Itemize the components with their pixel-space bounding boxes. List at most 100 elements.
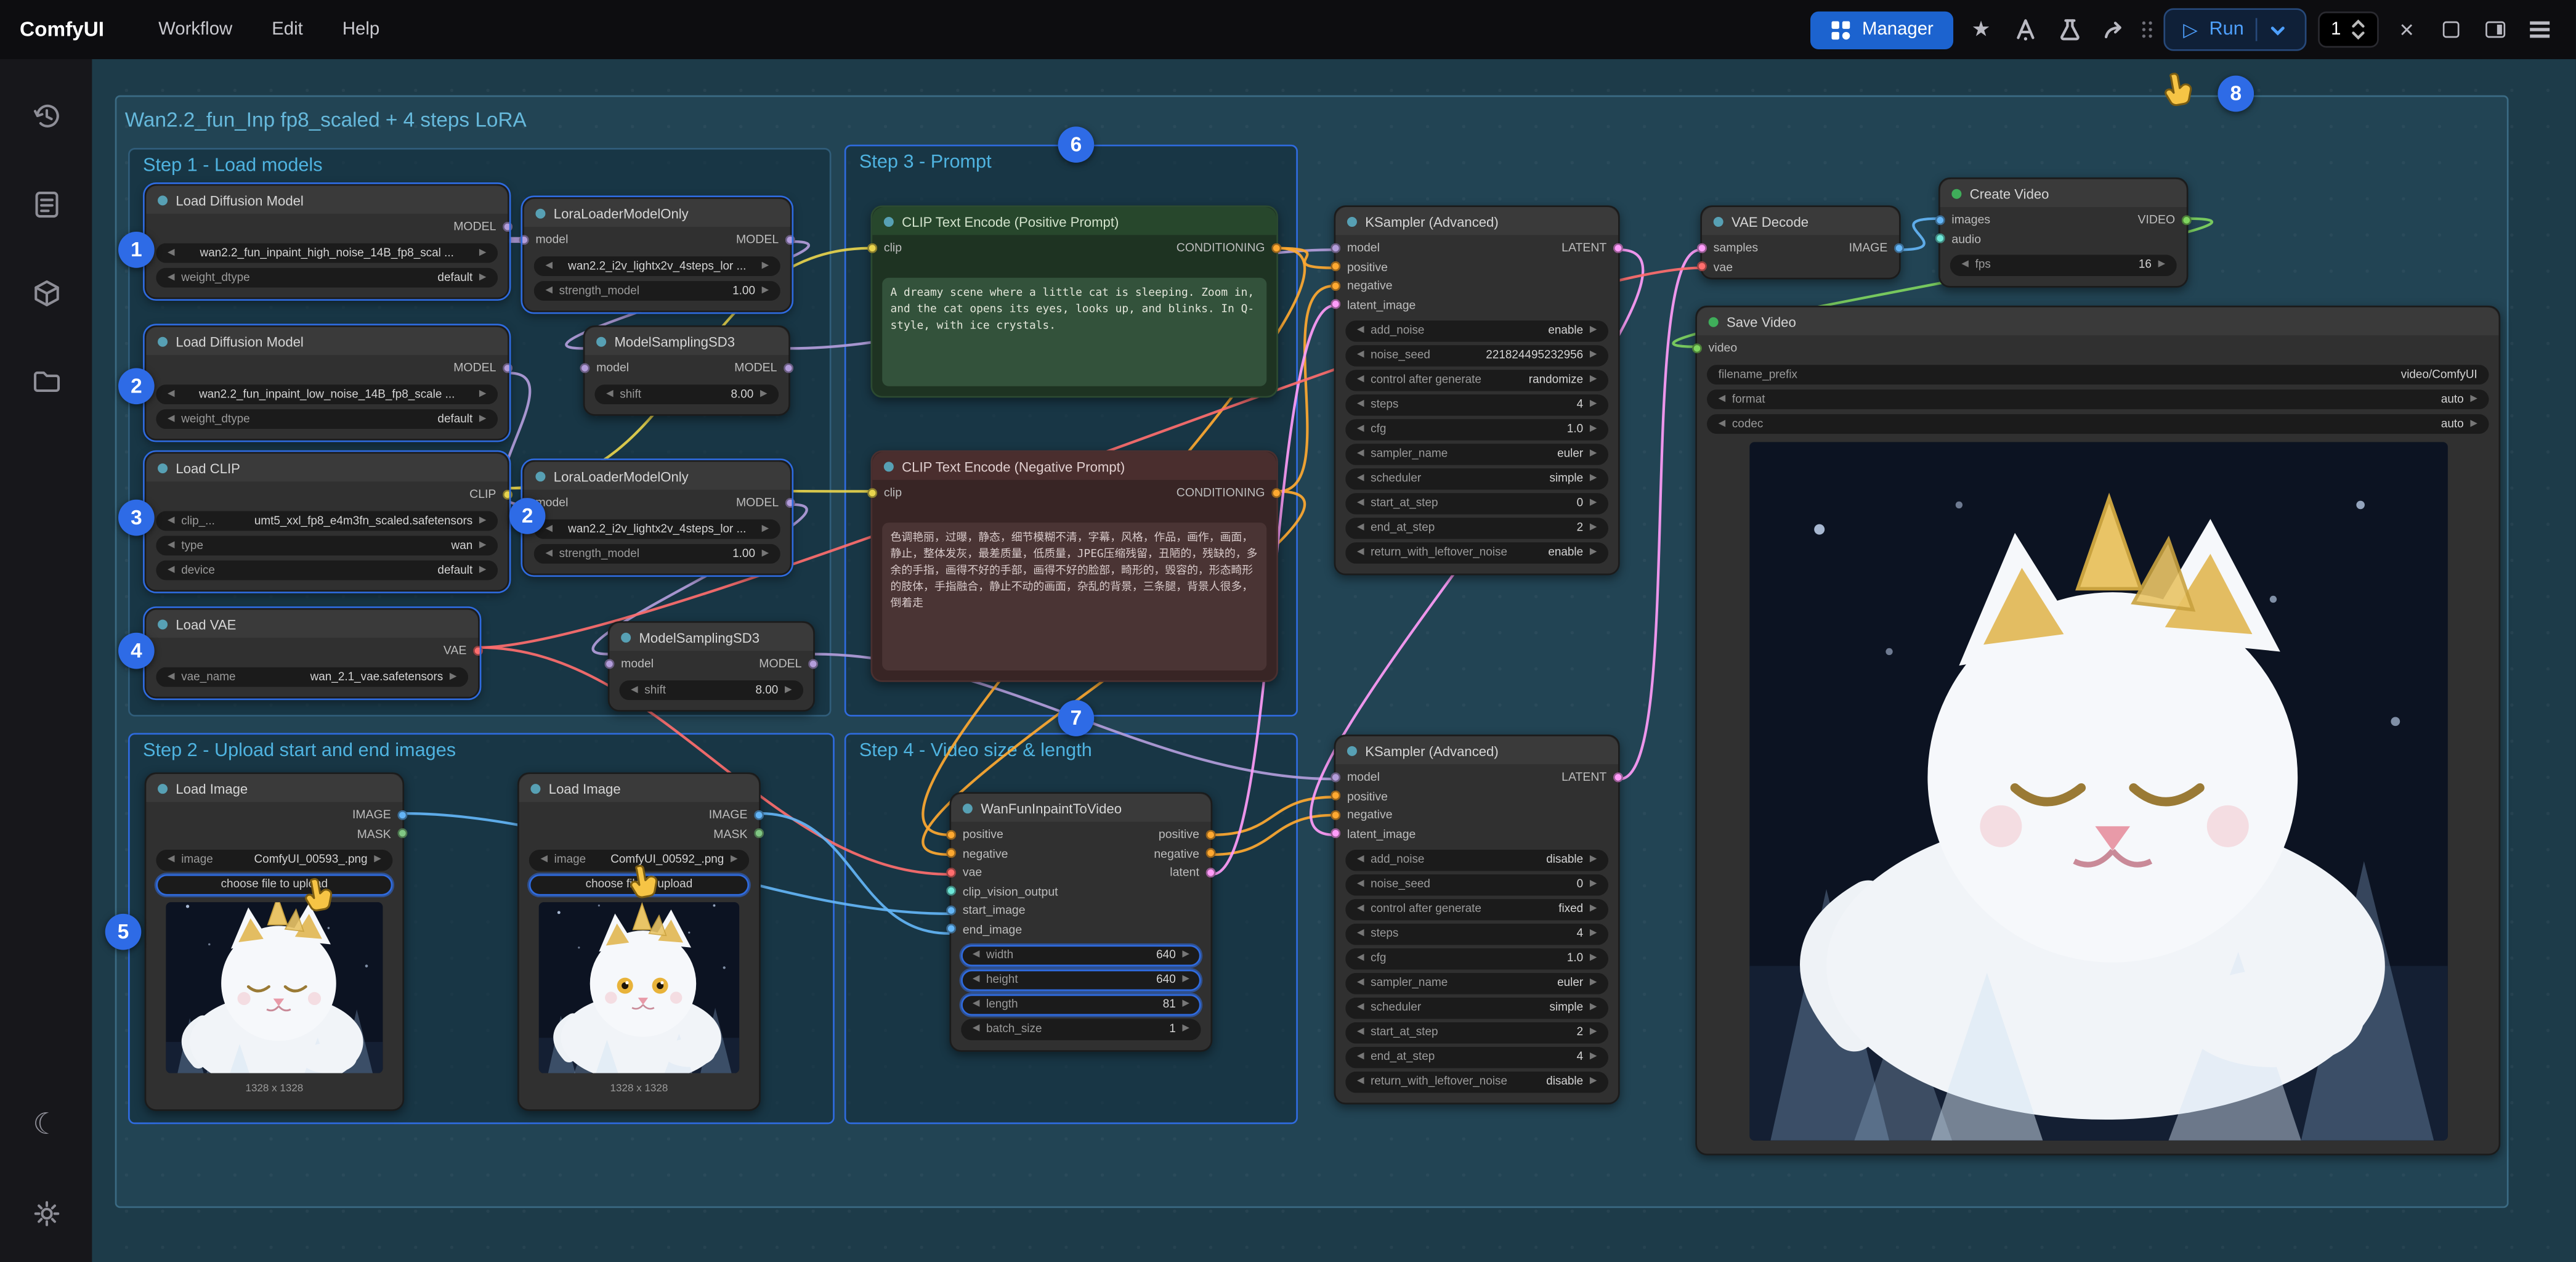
output-dot[interactable] [1271,487,1281,497]
input-slot-model[interactable]: model [580,360,629,375]
widget-wan2-2-i2v-lightx2v-4steps-lor[interactable]: ◀wan2.2_i2v_lightx2v_4steps_lor ...▶ [534,518,780,539]
increment-arrow-icon[interactable]: ▶ [1590,351,1597,360]
input-dot[interactable] [946,829,956,839]
prompt-textarea[interactable]: 色调艳丽，过曝，静态，细节模糊不清，字幕，风格，作品，画作，画面，静止，整体发灰… [882,522,1266,670]
decrement-arrow-icon[interactable]: ◀ [1357,449,1364,459]
output-slot-model[interactable]: MODEL [759,656,818,671]
output-slot-video[interactable]: VIDEO [2138,213,2192,227]
widget-filename-prefix[interactable]: filename_prefixvideo/ComfyUI [1707,364,2489,385]
input-dot[interactable] [1935,215,1945,225]
output-dot[interactable] [1613,772,1623,782]
increment-arrow-icon[interactable]: ▶ [1182,975,1189,985]
input-slot-positive[interactable]: positive [1331,788,1388,803]
decrement-arrow-icon[interactable]: ◀ [168,540,175,550]
output-slot-positive[interactable]: positive [1159,827,1216,842]
output-slot-latent[interactable]: LATENT [1561,240,1623,255]
input-dot[interactable] [1331,243,1340,253]
increment-arrow-icon[interactable]: ▶ [1590,449,1597,459]
output-slot-model[interactable]: MODEL [453,219,512,234]
flask-icon[interactable] [2054,13,2086,46]
increment-arrow-icon[interactable]: ▶ [762,548,769,558]
widget-sampler-name[interactable]: ◀sampler_nameeuler▶ [1345,973,1608,993]
input-dot[interactable] [519,235,529,245]
node-lora-loader-low[interactable]: LoraLoaderModelOnlymodelMODEL◀wan2.2_i2v… [522,460,792,576]
close-icon[interactable]: × [2390,13,2423,46]
node-load-clip[interactable]: Load CLIPCLIP◀clip_...umt5_xxl_fp8_e4m3f… [145,452,509,592]
decrement-arrow-icon[interactable]: ◀ [1357,979,1364,988]
upload-button[interactable]: choose file to upload [156,874,392,895]
decrement-arrow-icon[interactable]: ◀ [1719,418,1726,428]
output-slot-vae[interactable]: VAE [444,643,483,657]
increment-arrow-icon[interactable]: ▶ [479,540,487,550]
output-dot[interactable] [1894,243,1904,253]
drag-handle-icon[interactable] [2142,22,2152,38]
output-slot-model[interactable]: MODEL [453,360,512,375]
widget-width[interactable]: ◀width640▶ [961,945,1201,966]
increment-arrow-icon[interactable]: ▶ [762,285,769,295]
node-header[interactable]: WanFunInpaintToVideo [951,794,1210,821]
increment-arrow-icon[interactable]: ▶ [1590,425,1597,434]
output-slot-mask[interactable]: MASK [713,826,764,841]
run-button[interactable]: ▷ Run [2163,8,2306,51]
input-slot-images[interactable]: images [1935,213,1990,227]
node-header[interactable]: LoraLoaderModelOnly [524,199,790,227]
output-dot[interactable] [754,829,764,839]
input-dot[interactable] [1331,299,1340,309]
widget-shift[interactable]: ◀shift8.00▶ [594,384,779,404]
increment-arrow-icon[interactable]: ▶ [1590,400,1597,410]
node-load-image-1[interactable]: Load ImageIMAGEMASK◀imageComfyUI_00593_.… [145,772,404,1110]
increment-arrow-icon[interactable]: ▶ [1590,880,1597,890]
increment-arrow-icon[interactable]: ▶ [1590,523,1597,533]
node-lora-loader-high[interactable]: LoraLoaderModelOnlymodelMODEL◀wan2.2_i2v… [522,197,792,312]
input-dot[interactable] [1935,234,1945,243]
input-dot[interactable] [946,849,956,858]
decrement-arrow-icon[interactable]: ◀ [168,672,175,682]
widget-cfg[interactable]: ◀cfg1.0▶ [1345,419,1608,439]
decrement-arrow-icon[interactable]: ◀ [631,685,638,694]
increment-arrow-icon[interactable]: ▶ [450,672,457,682]
increment-arrow-icon[interactable]: ▶ [1590,1077,1597,1087]
node-vae-decode[interactable]: VAE DecodesamplesIMAGEvae [1700,205,1900,279]
node-header[interactable]: KSampler (Advanced) [1335,736,1618,764]
decrement-arrow-icon[interactable]: ◀ [973,999,980,1009]
decrement-arrow-icon[interactable]: ◀ [545,261,553,271]
increment-arrow-icon[interactable]: ▶ [731,855,738,865]
output-dot[interactable] [503,489,512,499]
decrement-arrow-icon[interactable]: ◀ [168,272,175,282]
increment-arrow-icon[interactable]: ▶ [1590,499,1597,508]
node-header[interactable]: Save Video [1697,307,2498,335]
increment-arrow-icon[interactable]: ▶ [762,261,769,271]
widget-add-noise[interactable]: ◀add_noiseenable▶ [1345,320,1608,341]
input-dot[interactable] [867,487,877,497]
decrement-arrow-icon[interactable]: ◀ [1357,474,1364,484]
widget-return-with-leftover-noise[interactable]: ◀return_with_leftover_noiseenable▶ [1345,542,1608,563]
increment-arrow-icon[interactable]: ▶ [1590,954,1597,964]
increment-arrow-icon[interactable]: ▶ [1590,855,1597,865]
node-ksampler-advanced-1[interactable]: KSampler (Advanced)modelLATENTpositivene… [1334,205,1620,574]
node-load-image-2[interactable]: Load ImageIMAGEMASK◀imageComfyUI_00592_.… [517,772,761,1110]
decrement-arrow-icon[interactable]: ◀ [168,248,175,258]
widget-start-at-step[interactable]: ◀start_at_step0▶ [1345,493,1608,513]
node-header[interactable]: Load Diffusion Model [146,185,508,213]
output-dot[interactable] [397,810,407,820]
decrement-arrow-icon[interactable]: ◀ [168,389,175,399]
group-title[interactable]: Step 4 - Video size & length [846,735,1297,767]
input-slot-positive[interactable]: positive [1331,259,1388,274]
decrement-arrow-icon[interactable]: ◀ [1357,1003,1364,1013]
output-slot-model[interactable]: MODEL [736,232,795,247]
input-dot[interactable] [946,886,956,896]
decrement-arrow-icon[interactable]: ◀ [606,389,614,399]
decrement-arrow-icon[interactable]: ◀ [1357,954,1364,964]
widget-start-at-step[interactable]: ◀start_at_step2▶ [1345,1022,1608,1043]
increment-arrow-icon[interactable]: ▶ [1590,548,1597,558]
output-dot[interactable] [1271,243,1281,253]
share-icon[interactable] [2098,13,2131,46]
node-header[interactable]: Load Diffusion Model [146,327,508,355]
node-header[interactable]: Load Image [519,774,759,802]
node-wan-fun-inpaint-to-video[interactable]: WanFunInpaintToVideopositivepositivenega… [950,792,1213,1051]
decrement-arrow-icon[interactable]: ◀ [1357,1052,1364,1062]
node-header[interactable]: Create Video [1940,179,2187,207]
node-model-sampling-sd3-1[interactable]: ModelSamplingSD3modelMODEL◀shift8.00▶ [583,325,790,416]
widget-return-with-leftover-noise[interactable]: ◀return_with_leftover_noisedisable▶ [1345,1072,1608,1092]
node-header[interactable]: VAE Decode [1702,207,1899,235]
